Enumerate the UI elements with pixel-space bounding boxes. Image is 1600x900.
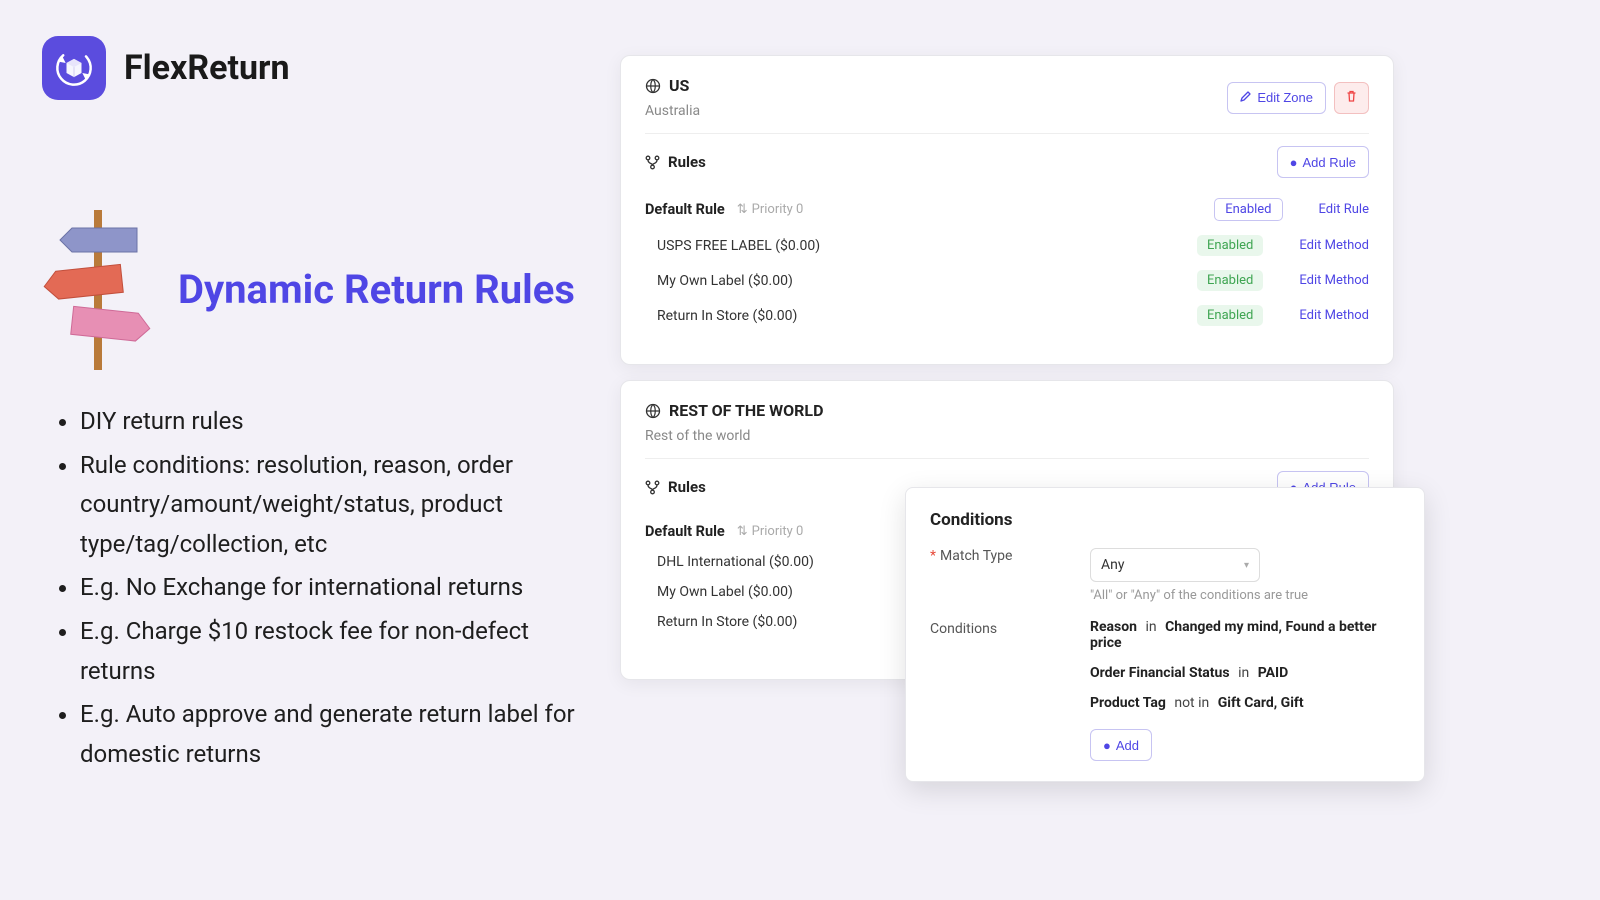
priority-indicator: ⇅ Priority 0 (737, 202, 804, 217)
sort-icon: ⇅ (737, 202, 748, 217)
zone-panel-us: US Australia Edit Zone Rules ● Add Rule (620, 55, 1394, 365)
rules-heading: Rules (668, 153, 706, 171)
feature-bullet-list: DIY return rules Rule conditions: resolu… (80, 402, 582, 774)
sort-icon: ⇅ (737, 524, 748, 539)
list-item: E.g. Auto approve and generate return la… (80, 695, 582, 774)
conditions-popover: Conditions * Match Type Any ▾ "All" or "… (905, 487, 1425, 782)
branch-icon (645, 155, 660, 170)
zone-title: REST OF THE WORLD (669, 401, 823, 420)
add-rule-button[interactable]: ● Add Rule (1277, 146, 1369, 178)
list-item: DIY return rules (80, 402, 582, 442)
default-rule-name: Default Rule (645, 523, 725, 540)
status-badge: Enabled (1214, 198, 1282, 221)
priority-indicator: ⇅ Priority 0 (737, 524, 804, 539)
pencil-icon (1240, 90, 1252, 105)
chevron-down-icon: ▾ (1244, 560, 1249, 571)
plus-circle-icon: ● (1290, 155, 1298, 170)
add-rule-label: Add Rule (1303, 155, 1356, 170)
method-name: Return In Store ($0.00) (657, 614, 797, 630)
match-type-label: * Match Type (930, 548, 1090, 564)
method-name: USPS FREE LABEL ($0.00) (657, 238, 820, 254)
status-badge: Enabled (1197, 305, 1263, 326)
required-star-icon: * (930, 548, 936, 564)
divider (645, 458, 1369, 459)
status-badge: Enabled (1197, 270, 1263, 291)
condition-row: Reason in Changed my mind, Found a bette… (1090, 619, 1400, 651)
status-badge: Enabled (1197, 235, 1263, 256)
conditions-label: Conditions (930, 621, 1090, 637)
divider (645, 133, 1369, 134)
brand-name: FlexReturn (124, 48, 290, 88)
edit-method-link[interactable]: Edit Method (1299, 238, 1369, 253)
default-rule-name: Default Rule (645, 201, 725, 218)
match-type-select[interactable]: Any ▾ (1090, 548, 1260, 582)
edit-zone-button[interactable]: Edit Zone (1227, 82, 1326, 114)
list-item: E.g. No Exchange for international retur… (80, 568, 582, 608)
branch-icon (645, 480, 660, 495)
condition-row: Product Tag not in Gift Card, Gift (1090, 695, 1400, 711)
popover-title: Conditions (930, 510, 1400, 530)
brand-row: FlexReturn (42, 36, 582, 100)
method-name: DHL International ($0.00) (657, 554, 814, 570)
zone-subtitle: Australia (645, 103, 700, 119)
return-box-icon (54, 48, 94, 88)
marketing-left-column: FlexReturn Dynamic Return Rules DIY retu… (42, 36, 582, 778)
zone-title: US (669, 76, 689, 95)
edit-zone-label: Edit Zone (1257, 90, 1313, 105)
zone-subtitle: Rest of the world (645, 428, 823, 444)
brand-logo (42, 36, 106, 100)
match-type-hint: "All" or "Any" of the conditions are tru… (1090, 588, 1400, 603)
plus-circle-icon: ● (1103, 738, 1111, 753)
list-item: E.g. Charge $10 restock fee for non-defe… (80, 612, 582, 691)
globe-icon (645, 78, 661, 94)
method-name: My Own Label ($0.00) (657, 584, 793, 600)
list-item: Rule conditions: resolution, reason, ord… (80, 446, 582, 565)
hero-title: Dynamic Return Rules (178, 265, 575, 315)
hero-row: Dynamic Return Rules (42, 210, 582, 370)
trash-icon (1345, 90, 1358, 106)
add-label: Add (1116, 738, 1139, 753)
match-type-value: Any (1101, 557, 1125, 573)
method-name: My Own Label ($0.00) (657, 273, 793, 289)
edit-rule-link[interactable]: Edit Rule (1319, 202, 1369, 217)
signpost-illustration (42, 210, 152, 370)
condition-row: Order Financial Status in PAID (1090, 665, 1400, 681)
edit-method-link[interactable]: Edit Method (1299, 308, 1369, 323)
add-condition-button[interactable]: ● Add (1090, 729, 1152, 761)
globe-icon (645, 403, 661, 419)
rules-heading: Rules (668, 478, 706, 496)
method-name: Return In Store ($0.00) (657, 308, 797, 324)
edit-method-link[interactable]: Edit Method (1299, 273, 1369, 288)
delete-zone-button[interactable] (1334, 82, 1369, 114)
